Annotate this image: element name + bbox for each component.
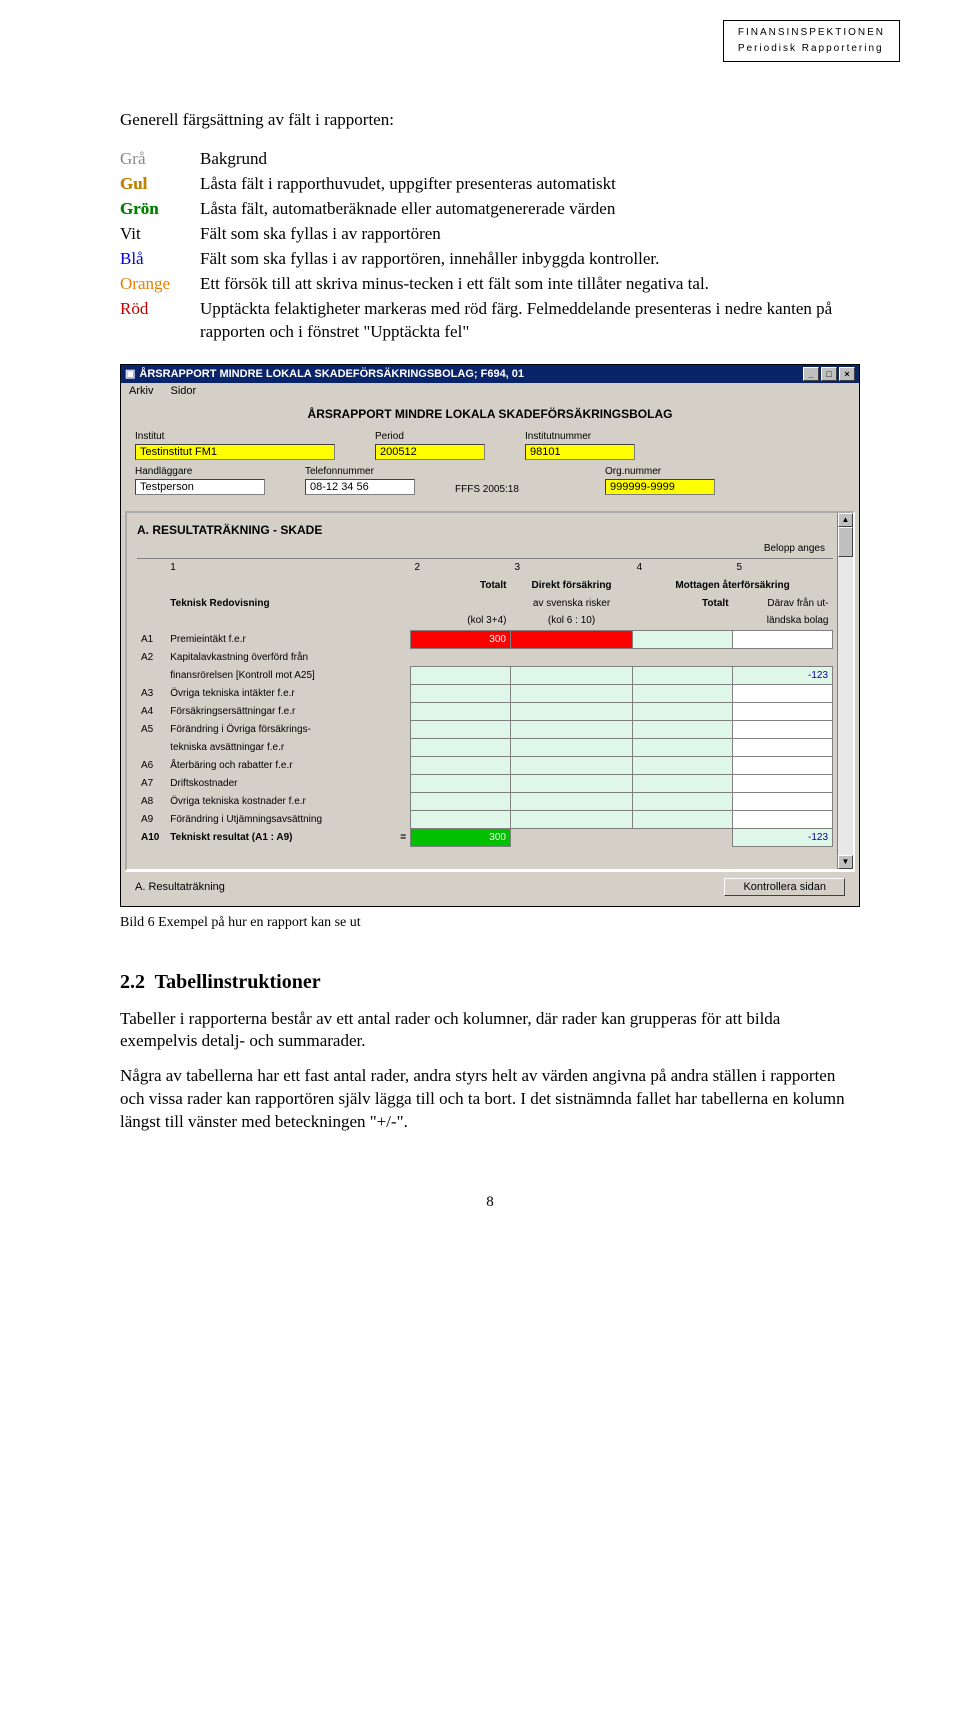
table-row: A10Tekniskt resultat (A1 : A9)=300-123 [137,828,833,846]
main-title: Generell färgsättning av fält i rapporte… [120,110,860,130]
table-row: A7Driftskostnader [137,774,833,792]
color-key: Vit [120,223,200,246]
color-row: OrangeEtt försök till att skriva minus-t… [120,273,860,296]
table-row: A4Försäkringsersättningar f.e.r [137,702,833,720]
color-desc: Fält som ska fyllas i av rapportören, in… [200,248,860,271]
app-icon: ▣ [125,367,135,380]
institutnummer-label: Institutnummer [525,431,635,442]
fffs-label: FFFS 2005:18 [455,481,565,495]
body-paragraph-1: Tabeller i rapporterna består av ett ant… [120,1008,860,1054]
section-heading: 2.2 Tabellinstruktioner [120,971,860,994]
report-header-area: ÅRSRAPPORT MINDRE LOKALA SKADEFÖRSÄKRING… [121,399,859,511]
vertical-scrollbar[interactable]: ▲ ▼ [837,513,853,869]
page-number: 8 [120,1194,860,1211]
table-row: finansrörelsen [Kontroll mot A25]-123 [137,666,833,684]
minimize-button[interactable]: _ [803,367,819,381]
handlaggare-field[interactable]: Testperson [135,479,265,495]
table-row: A6Återbäring och rabatter f.e.r [137,756,833,774]
color-desc: Låsta fält i rapporthuvudet, uppgifter p… [200,173,860,196]
report-screenshot: ▣ ÅRSRAPPORT MINDRE LOKALA SKADEFÖRSÄKRI… [120,364,860,907]
document-page: FINANSINSPEKTIONEN Periodisk Rapporterin… [0,0,960,1271]
section-title: A. RESULTATRÄKNING - SKADE [137,523,833,537]
footer-left: A. Resultaträkning [135,881,225,893]
color-desc: Ett försök till att skriva minus-tecken … [200,273,860,296]
orgnr-label: Org.nummer [605,466,715,477]
menu-sidor[interactable]: Sidor [171,385,197,397]
report-scroll-area: A. RESULTATRÄKNING - SKADE Belopp anges … [125,511,855,871]
color-key: Grön [120,198,200,221]
scroll-thumb[interactable] [838,527,853,557]
institut-label: Institut [135,431,335,442]
table-row: A3Övriga tekniska intäkter f.e.r [137,684,833,702]
color-desc: Upptäckta felaktigheter markeras med röd… [200,298,860,344]
result-table: 1 2 3 4 5 Teknisk Redovisning Totalt Dir… [137,558,833,847]
telefon-field[interactable]: 08-12 34 56 [305,479,415,495]
window-titlebar: ▣ ÅRSRAPPORT MINDRE LOKALA SKADEFÖRSÄKRI… [121,365,859,383]
color-row: GråBakgrund [120,148,860,171]
color-key: Blå [120,248,200,271]
scroll-track[interactable] [838,557,853,855]
color-row: VitFält som ska fyllas i av rapportören [120,223,860,246]
report-main-label: ÅRSRAPPORT MINDRE LOKALA SKADEFÖRSÄKRING… [135,407,845,421]
menu-arkiv[interactable]: Arkiv [129,385,153,397]
handlaggare-label: Handläggare [135,466,265,477]
color-key: Grå [120,148,200,171]
table-row: A2Kapitalavkastning överförd från [137,648,833,666]
color-key: Gul [120,173,200,196]
color-legend: GråBakgrundGulLåsta fält i rapporthuvude… [120,148,860,344]
kontrollera-button[interactable]: Kontrollera sidan [724,878,845,896]
header-box: FINANSINSPEKTIONEN Periodisk Rapporterin… [723,20,900,62]
table-row: A5Förändring i Övriga försäkrings- [137,720,833,738]
color-key: Röd [120,298,200,321]
window-buttons: _ □ × [803,367,855,381]
maximize-button[interactable]: □ [821,367,837,381]
table-row: A1Premieintäkt f.e.r300 [137,630,833,648]
period-label: Period [375,431,485,442]
color-desc: Låsta fält, automatberäknade eller autom… [200,198,860,221]
body-paragraph-2: Några av tabellerna har ett fast antal r… [120,1065,860,1134]
telefon-label: Telefonnummer [305,466,415,477]
color-desc: Fält som ska fyllas i av rapportören [200,223,860,246]
color-key: Orange [120,273,200,296]
table-row: tekniska avsättningar f.e.r [137,738,833,756]
color-row: GrönLåsta fält, automatberäknade eller a… [120,198,860,221]
color-row: BlåFält som ska fyllas i av rapportören,… [120,248,860,271]
figure-caption: Bild 6 Exempel på hur en rapport kan se … [120,915,860,931]
menubar: Arkiv Sidor [121,383,859,399]
color-desc: Bakgrund [200,148,860,171]
color-row: RödUpptäckta felaktigheter markeras med … [120,298,860,344]
period-field: 200512 [375,444,485,460]
institut-field: Testinstitut FM1 [135,444,335,460]
institutnummer-field: 98101 [525,444,635,460]
belopp-label: Belopp anges [137,543,825,554]
window-title: ÅRSRAPPORT MINDRE LOKALA SKADEFÖRSÄKRING… [139,368,524,380]
table-row: A9Förändring i Utjämningsavsättning [137,810,833,828]
header-org: FINANSINSPEKTIONEN [738,25,885,41]
header-sub: Periodisk Rapportering [738,41,885,57]
scroll-up-icon[interactable]: ▲ [838,513,853,527]
teknisk-heading: Teknisk Redovisning [166,576,410,630]
report-footer: A. Resultaträkning Kontrollera sidan [125,871,855,902]
orgnr-field: 999999-9999 [605,479,715,495]
scroll-down-icon[interactable]: ▼ [838,855,853,869]
color-row: GulLåsta fält i rapporthuvudet, uppgifte… [120,173,860,196]
close-button[interactable]: × [839,367,855,381]
table-row: A8Övriga tekniska kostnader f.e.r [137,792,833,810]
